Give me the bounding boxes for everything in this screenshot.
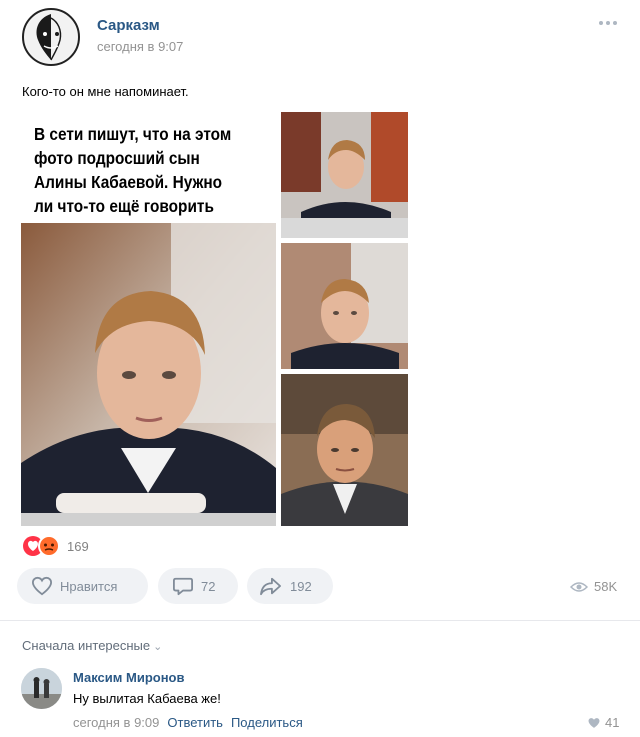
comment-count: 72 bbox=[201, 578, 216, 594]
thumbnail-2[interactable] bbox=[281, 243, 408, 369]
eye-icon bbox=[570, 581, 588, 592]
comment-author[interactable]: Максим Миронов bbox=[73, 670, 185, 685]
boy-photo bbox=[21, 223, 276, 526]
comment-like-button[interactable]: 41 bbox=[587, 715, 619, 730]
reply-link[interactable]: Ответить bbox=[167, 715, 223, 730]
like-label: Нравится bbox=[60, 578, 118, 594]
post-media[interactable]: В сети пишут, что на этом фото подросший… bbox=[21, 112, 408, 526]
divider bbox=[0, 620, 640, 621]
more-dots-icon[interactable] bbox=[597, 18, 619, 30]
post-author[interactable]: Сарказм bbox=[97, 17, 160, 34]
comments-sort-dropdown[interactable]: Сначала интересные ⌄ bbox=[22, 638, 162, 653]
thumbnail-1[interactable] bbox=[281, 112, 408, 238]
share-link[interactable]: Поделиться bbox=[231, 715, 303, 730]
community-avatar[interactable] bbox=[22, 8, 80, 66]
comment-likes-count: 41 bbox=[605, 715, 620, 730]
like-button[interactable]: Нравится bbox=[17, 568, 148, 604]
reactions-count[interactable]: 169 bbox=[67, 539, 89, 554]
heart-icon bbox=[588, 717, 600, 728]
comment-time[interactable]: сегодня в 9:09 bbox=[73, 715, 159, 730]
views-count: 58K bbox=[594, 579, 618, 594]
sort-label: Сначала интересные bbox=[22, 638, 151, 653]
comment-text: Ну вылитая Кабаева же! bbox=[73, 691, 221, 706]
angry-emoji-icon bbox=[38, 535, 60, 557]
comment-icon bbox=[173, 577, 193, 596]
post-text: Кого-то он мне напоминает. bbox=[22, 84, 189, 99]
views-counter: 58K bbox=[570, 579, 617, 594]
main-image[interactable]: В сети пишут, что на этом фото подросший… bbox=[21, 112, 276, 526]
share-arrow-icon bbox=[260, 577, 282, 596]
comment-meta: сегодня в 9:09 Ответить Поделиться bbox=[73, 715, 303, 730]
comment-button[interactable]: 72 bbox=[158, 568, 238, 604]
share-count: 192 bbox=[290, 578, 312, 594]
image-caption: В сети пишут, что на этом фото подросший… bbox=[34, 124, 232, 216]
reactions-summary[interactable] bbox=[22, 535, 64, 557]
thumbnail-3[interactable] bbox=[281, 374, 408, 526]
comment-author-avatar[interactable] bbox=[21, 668, 62, 709]
heart-icon bbox=[31, 576, 53, 596]
share-button[interactable]: 192 bbox=[247, 568, 333, 604]
post-time[interactable]: сегодня в 9:07 bbox=[97, 39, 183, 54]
chevron-down-icon: ⌄ bbox=[153, 641, 163, 653]
